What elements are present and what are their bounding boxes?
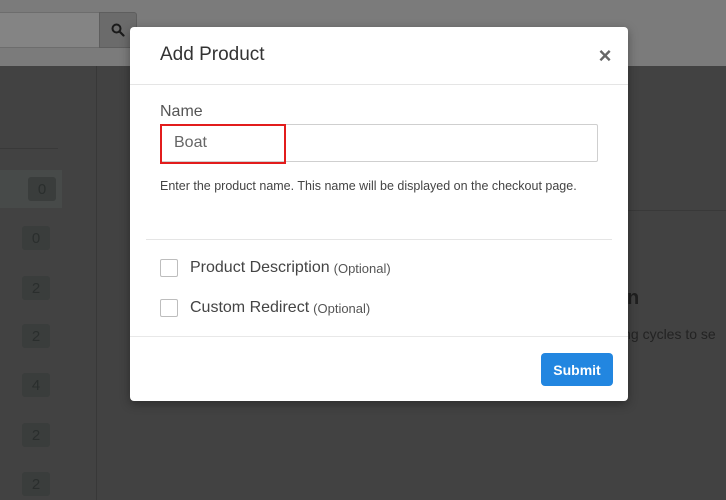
option-label: Product Description	[190, 259, 330, 276]
search-icon	[111, 23, 125, 37]
background-count-badge: 2	[22, 423, 50, 447]
background-count-badge: 2	[22, 472, 50, 496]
background-divider	[0, 148, 58, 149]
background-heading: n	[627, 287, 640, 309]
background-count-badge: 0	[0, 170, 62, 208]
background-divider	[96, 66, 97, 500]
close-icon[interactable]: ×	[596, 45, 614, 67]
background-count-badge: 2	[22, 276, 50, 300]
background-divider	[620, 210, 726, 211]
add-product-modal: Add Product × Name Enter the product nam…	[130, 27, 628, 401]
background-count-badge: 0	[22, 226, 50, 250]
background-text: ing cycles to se	[620, 326, 716, 342]
background-search-input	[0, 12, 100, 48]
optional-tag: (Optional)	[333, 260, 391, 276]
submit-button[interactable]: Submit	[541, 353, 613, 386]
product-description-checkbox[interactable]	[160, 259, 178, 277]
background-count-badge: 4	[22, 373, 50, 397]
footer-divider	[130, 336, 628, 337]
option-product-description[interactable]: Product Description (Optional)	[160, 257, 391, 279]
section-divider	[146, 239, 612, 240]
name-label: Name	[160, 103, 203, 120]
modal-title: Add Product	[160, 44, 265, 65]
option-custom-redirect[interactable]: Custom Redirect (Optional)	[160, 297, 370, 319]
product-name-input[interactable]	[160, 124, 598, 162]
background-count-badge: 2	[22, 324, 50, 348]
custom-redirect-checkbox[interactable]	[160, 299, 178, 317]
optional-tag: (Optional)	[313, 300, 371, 316]
option-label: Custom Redirect	[190, 299, 310, 316]
name-help-text: Enter the product name. This name will b…	[160, 179, 577, 193]
modal-header: Add Product ×	[130, 27, 628, 85]
